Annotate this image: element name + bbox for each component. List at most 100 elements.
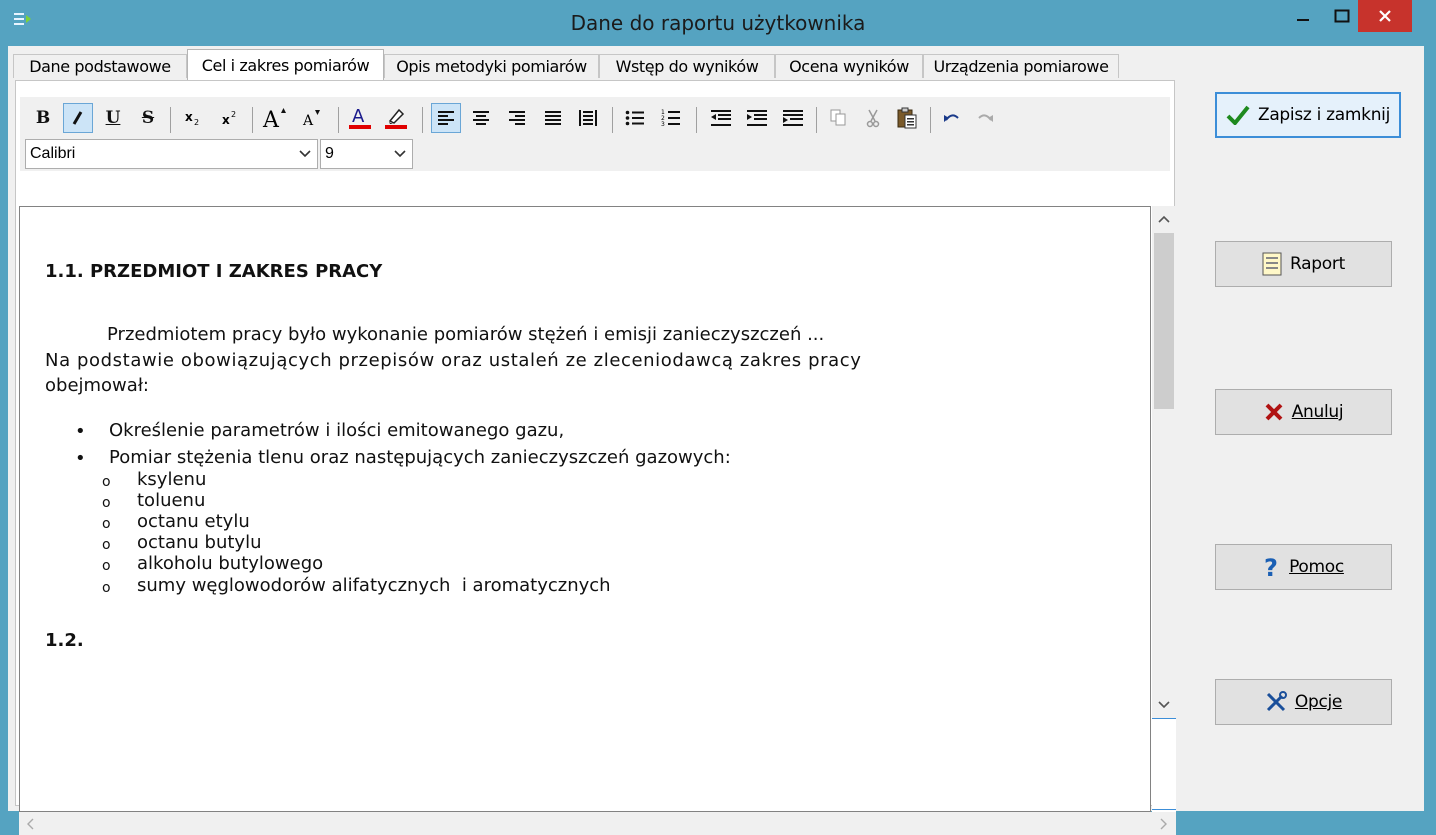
increase-indent-button[interactable]	[742, 103, 772, 133]
sub-list-item: ksylenu	[137, 469, 207, 490]
circle-bullet-icon: o	[102, 495, 111, 511]
tab-wstep-do-wynikow[interactable]: Wstęp do wyników	[599, 54, 775, 78]
tab-dane-podstawowe[interactable]: Dane podstawowe	[13, 54, 187, 78]
distribute-button[interactable]	[573, 103, 603, 133]
grow-font-button[interactable]: A	[260, 103, 290, 133]
underline-button[interactable]: U	[98, 103, 128, 133]
report-label: Raport	[1290, 254, 1345, 274]
vertical-scrollbar[interactable]	[1152, 206, 1176, 815]
tab-cel-i-zakres[interactable]: Cel i zakres pomiarów	[187, 49, 384, 80]
cut-button[interactable]	[858, 103, 888, 133]
circle-bullet-icon: o	[102, 558, 111, 574]
subscript-icon: x2	[185, 110, 199, 127]
chevron-down-icon	[299, 140, 311, 177]
toolbar-separator	[338, 107, 339, 133]
circle-bullet-icon: o	[102, 537, 111, 553]
close-button[interactable]	[1358, 0, 1412, 32]
decrease-indent-icon	[711, 110, 731, 126]
justify-button[interactable]	[538, 103, 568, 133]
horizontal-scrollbar[interactable]	[19, 812, 1176, 835]
redo-button[interactable]	[970, 103, 1000, 133]
minimize-icon	[1297, 19, 1309, 21]
window-title: Dane do raportu użytkownika	[570, 11, 866, 35]
align-center-icon	[473, 111, 489, 125]
font-color-button[interactable]: A	[345, 103, 375, 133]
title-bar[interactable]: Dane do raportu użytkownika	[0, 0, 1436, 46]
minimize-button[interactable]	[1281, 0, 1325, 32]
italic-button[interactable]	[63, 103, 93, 133]
tab-ocena-wynikow[interactable]: Ocena wyników	[775, 54, 923, 78]
align-left-icon	[438, 111, 454, 125]
rich-text-editor[interactable]: 1.1. PRZEDMIOT I ZAKRES PRACY Przedmiote…	[19, 206, 1151, 812]
scroll-down-icon[interactable]	[1158, 700, 1170, 710]
font-size-value: 9	[325, 145, 334, 162]
main-window: Dane do raportu użytkownika Dane podstaw…	[0, 0, 1436, 835]
paste-button[interactable]	[892, 103, 922, 133]
copy-button[interactable]	[824, 103, 854, 133]
svg-text:A: A	[352, 106, 365, 127]
scroll-divider	[1152, 809, 1176, 810]
scissors-icon	[866, 109, 880, 128]
italic-icon	[72, 111, 83, 125]
align-right-button[interactable]	[502, 103, 532, 133]
svg-text:A: A	[302, 113, 314, 129]
tools-icon	[1266, 691, 1287, 712]
svg-text:3: 3	[661, 121, 665, 127]
toolbar-separator	[612, 107, 613, 133]
save-close-label: Zapisz i zamknij	[1257, 105, 1391, 125]
checkmark-icon	[1226, 105, 1250, 125]
align-left-button[interactable]	[431, 103, 461, 133]
report-icon	[1262, 252, 1282, 276]
superscript-button[interactable]: x2	[215, 103, 245, 133]
tab-urzadzenia-pomiarowe[interactable]: Urządzenia pomiarowe	[923, 54, 1119, 78]
subscript-button[interactable]: x2	[178, 103, 208, 133]
tab-opis-metodyki[interactable]: Opis metodyki pomiarów	[384, 54, 599, 78]
close-icon	[1379, 10, 1391, 22]
svg-text:2: 2	[231, 110, 236, 119]
paragraph-line: Przedmiotem pracy było wykonanie pomiaró…	[107, 324, 825, 345]
redo-icon	[978, 114, 993, 122]
report-button[interactable]: Raport	[1215, 241, 1392, 287]
options-label: Opcje	[1294, 692, 1343, 712]
maximize-button[interactable]	[1325, 0, 1359, 32]
save-close-button[interactable]: Zapisz i zamknij	[1215, 92, 1401, 138]
hanging-indent-button[interactable]	[778, 103, 808, 133]
strikethrough-button[interactable]: S	[133, 103, 163, 133]
list-item: Określenie parametrów i ilości emitowane…	[109, 420, 565, 441]
options-button[interactable]: Opcje	[1215, 679, 1392, 725]
cancel-label: Anuluj	[1291, 402, 1344, 422]
decrease-indent-button[interactable]	[706, 103, 736, 133]
paragraph-line: Na podstawie obowiązujących przepisów or…	[45, 350, 862, 371]
scroll-right-icon[interactable]	[1159, 818, 1169, 830]
align-right-icon	[509, 111, 525, 125]
shrink-font-button[interactable]: A	[297, 103, 327, 133]
font-name-dropdown[interactable]: Calibri	[25, 139, 318, 169]
scroll-thumb[interactable]	[1154, 233, 1174, 409]
shrink-font-icon: A	[302, 110, 320, 129]
scroll-empty-area	[1152, 719, 1176, 813]
bullet-list-icon	[625, 110, 644, 126]
cancel-button[interactable]: Anuluj	[1215, 389, 1392, 435]
bold-button[interactable]: B	[28, 103, 58, 133]
justify-icon	[545, 111, 561, 125]
hanging-indent-icon	[783, 110, 803, 126]
scroll-left-icon[interactable]	[25, 818, 35, 830]
toolbar-separator	[170, 107, 171, 133]
numbered-list-button[interactable]: 123	[656, 103, 686, 133]
highlight-color-button[interactable]	[381, 103, 411, 133]
circle-bullet-icon: o	[102, 516, 111, 532]
help-button[interactable]: ? Pomoc	[1215, 544, 1392, 590]
list-item: Pomiar stężenia tlenu oraz następujących…	[109, 447, 731, 468]
distribute-icon	[579, 110, 597, 126]
scroll-up-icon[interactable]	[1158, 214, 1170, 224]
superscript-icon: x2	[222, 110, 236, 127]
numbered-list-icon: 123	[661, 109, 680, 127]
undo-button[interactable]	[937, 103, 967, 133]
tab-panel: B U S x2 x2 A A A 1 2 3 Calibri 9 1.1. P…	[15, 80, 1176, 835]
svg-text:?: ?	[1264, 555, 1278, 579]
bullet-list-button[interactable]	[620, 103, 650, 133]
circle-bullet-icon: o	[102, 474, 111, 490]
font-size-dropdown[interactable]: 9	[320, 139, 413, 169]
dialog-client: Dane podstawowe Cel i zakres pomiarów Op…	[8, 46, 1424, 835]
align-center-button[interactable]	[466, 103, 496, 133]
